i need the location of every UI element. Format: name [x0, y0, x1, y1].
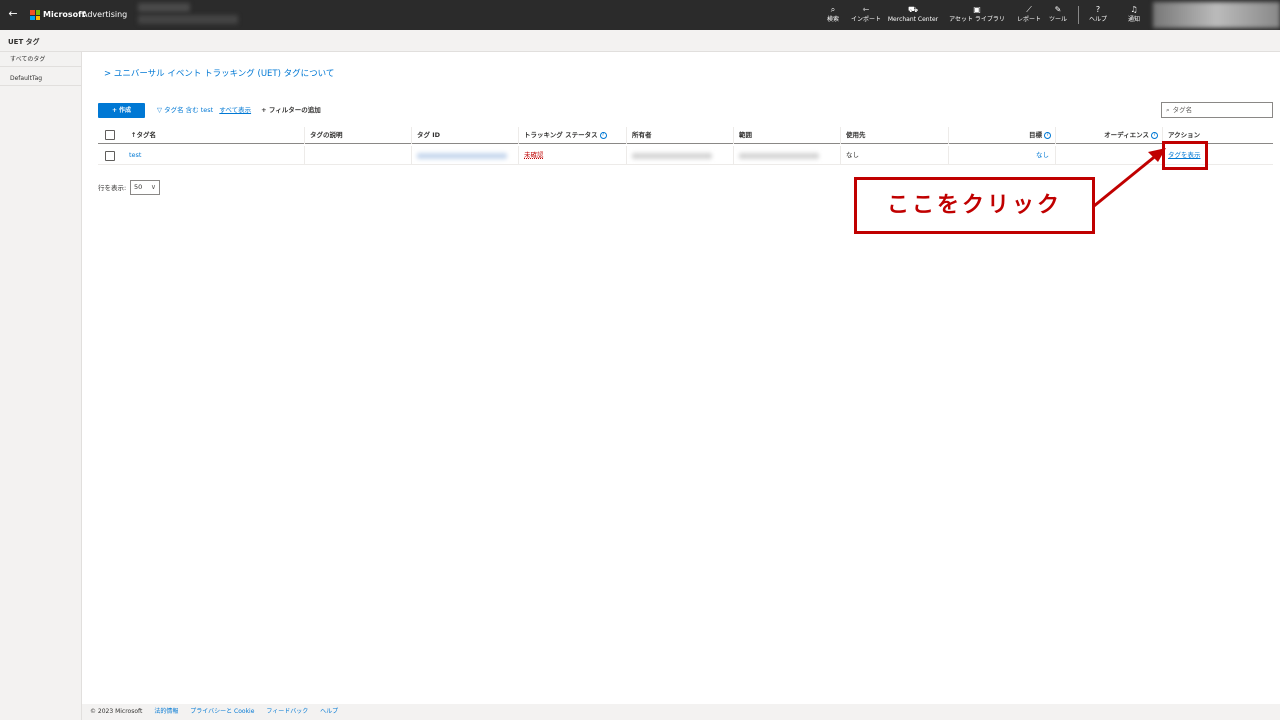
- footer: © 2023 Microsoft 法的情報 プライバシーと Cookie フィー…: [82, 704, 1280, 720]
- bell-icon: ♫: [1130, 5, 1138, 14]
- brand-product[interactable]: Advertising: [82, 10, 127, 20]
- help-label: ヘルプ: [1088, 16, 1107, 23]
- merchant-center-label: Merchant Center: [887, 16, 939, 23]
- rows-per-page-label: 行を表示:: [98, 184, 127, 192]
- rows-per-page-select[interactable]: 50 ∨: [130, 180, 160, 195]
- chart-icon: ⟋: [1026, 5, 1032, 14]
- account-id-redacted: [138, 15, 238, 24]
- footer-link-help[interactable]: ヘルプ: [320, 708, 338, 715]
- top-navigation-bar: ← Microsoft Advertising ⌕ 検索 ⇽ インポート ⛟ M…: [0, 0, 1280, 30]
- reports-button[interactable]: ⟋ レポート: [1017, 5, 1041, 27]
- about-uet-label: ユニバーサル イベント トラッキング (UET) タグについて: [113, 69, 335, 79]
- tag-name-link[interactable]: test: [124, 146, 304, 165]
- column-header-tag-id[interactable]: タグ ID: [411, 127, 518, 144]
- brand-name[interactable]: Microsoft: [43, 10, 85, 20]
- column-header-description[interactable]: タグの説明: [304, 127, 411, 144]
- search-tool-button[interactable]: ⌕ 検索: [826, 5, 840, 27]
- scope-redacted: [739, 153, 819, 159]
- info-icon[interactable]: ?: [1151, 131, 1158, 139]
- asset-library-label: アセット ライブラリ: [949, 16, 1005, 23]
- create-button[interactable]: + 作成: [98, 103, 145, 118]
- sidebar: すべてのタグ DefaultTag: [0, 52, 82, 720]
- tracking-status-header-label: トラッキング ステータス: [524, 131, 598, 139]
- tracking-status-cell[interactable]: 未確認: [518, 146, 626, 165]
- filter-bar: ▽ タグ名 含む test すべて表示 + フィルターの追加: [157, 105, 321, 115]
- tools-button[interactable]: ✎ ツール: [1046, 5, 1070, 27]
- footer-link-privacy[interactable]: プライバシーと Cookie: [190, 708, 254, 715]
- help-icon: ?: [1095, 5, 1101, 14]
- goals-header-label: 目標: [1029, 131, 1042, 139]
- user-account-redacted[interactable]: [1153, 2, 1280, 28]
- add-filter-button[interactable]: + フィルターの追加: [261, 106, 321, 114]
- info-icon[interactable]: ?: [599, 131, 607, 139]
- column-header-owner[interactable]: 所有者: [626, 127, 733, 144]
- annotation-callout: ここをクリック: [854, 177, 1095, 234]
- wrench-icon: ✎: [1054, 5, 1062, 14]
- page-title: UET タグ: [8, 38, 40, 46]
- search-tool-label: 検索: [826, 16, 839, 23]
- notifications-label: 通知: [1127, 16, 1140, 23]
- search-icon: ⌕: [830, 5, 836, 14]
- microsoft-logo-icon: [30, 10, 40, 20]
- used-by-cell: なし: [840, 146, 948, 165]
- owner-cell: [626, 146, 733, 165]
- show-all-link[interactable]: すべて表示: [219, 106, 251, 114]
- column-header-goals[interactable]: 目標?: [948, 127, 1055, 144]
- page-header: UET タグ: [0, 30, 1280, 52]
- filter-icon: ▽: [157, 106, 162, 114]
- sidebar-item-all-tags[interactable]: すべてのタグ: [0, 52, 82, 67]
- about-uet-link[interactable]: > ユニバーサル イベント トラッキング (UET) タグについて: [104, 68, 334, 80]
- chevron-right-icon: >: [104, 69, 112, 79]
- import-tool-button[interactable]: ⇽ インポート: [848, 5, 884, 27]
- toolbar-divider: [1078, 6, 1079, 24]
- help-button[interactable]: ? ヘルプ: [1086, 5, 1110, 27]
- chevron-down-icon: ∨: [150, 183, 156, 191]
- merchant-center-button[interactable]: ⛟ Merchant Center: [886, 5, 940, 27]
- goals-cell[interactable]: なし: [948, 146, 1055, 165]
- footer-link-legal[interactable]: 法的情報: [154, 708, 178, 715]
- tag-id-redacted: [417, 153, 507, 159]
- search-icon: ⌕: [1166, 106, 1170, 114]
- import-icon: ⇽: [862, 5, 870, 14]
- column-header-scope[interactable]: 範囲: [733, 127, 840, 144]
- owner-redacted: [632, 153, 712, 159]
- reports-label: レポート: [1017, 16, 1042, 23]
- copyright-text: © 2023 Microsoft: [90, 708, 143, 715]
- tag-search-input[interactable]: ⌕ タグ名: [1161, 102, 1273, 118]
- column-header-tracking-status[interactable]: トラッキング ステータス?: [518, 127, 626, 144]
- tools-label: ツール: [1048, 16, 1067, 23]
- asset-library-button[interactable]: ▣ アセット ライブラリ: [944, 5, 1010, 27]
- notifications-button[interactable]: ♫ 通知: [1124, 5, 1144, 27]
- sidebar-item-default-tag[interactable]: DefaultTag: [0, 71, 82, 86]
- import-tool-label: インポート: [850, 16, 881, 23]
- back-arrow-icon[interactable]: ←: [6, 7, 20, 21]
- image-icon: ▣: [973, 5, 981, 14]
- column-header-used-by[interactable]: 使用先: [840, 127, 948, 144]
- arrow-icon: [1093, 148, 1166, 208]
- footer-link-feedback[interactable]: フィードバック: [266, 708, 308, 715]
- info-icon[interactable]: ?: [1044, 131, 1051, 139]
- tag-description-cell: [304, 146, 411, 165]
- tag-id-cell: [411, 146, 518, 165]
- audiences-header-label: オーディエンス: [1104, 131, 1149, 139]
- select-all-checkbox[interactable]: [105, 130, 115, 140]
- rows-per-page-value: 50: [134, 183, 143, 191]
- cart-icon: ⛟: [907, 5, 919, 14]
- scope-cell: [733, 146, 840, 165]
- account-name-redacted[interactable]: [138, 3, 190, 12]
- column-header-name[interactable]: ↑タグ名: [126, 127, 304, 144]
- active-filter-chip[interactable]: タグ名 含む test: [164, 106, 213, 114]
- row-checkbox[interactable]: [105, 151, 115, 161]
- search-placeholder: タグ名: [1172, 106, 1193, 114]
